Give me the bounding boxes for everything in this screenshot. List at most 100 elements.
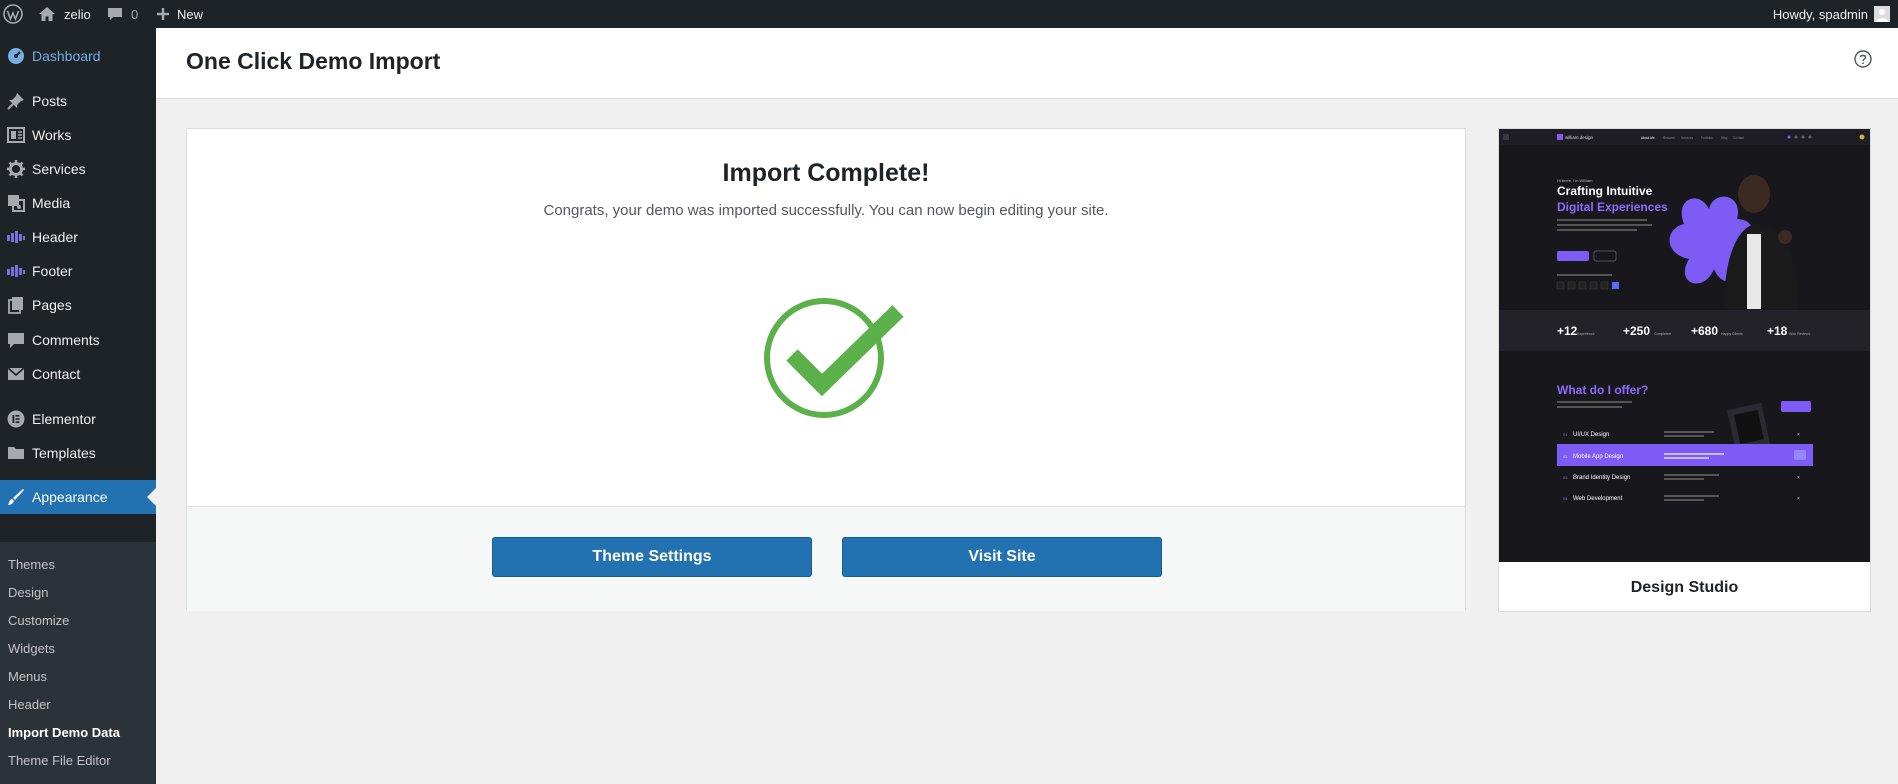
preview-section-title: What do I offer? — [1557, 383, 1648, 397]
preview-service-name: Brand Identity Design — [1573, 475, 1630, 481]
submenu-item-themes[interactable]: Themes — [8, 557, 55, 572]
my-account-link[interactable]: Howdy, spadmin — [1773, 0, 1890, 28]
preview-service-name: UI/UX Design — [1573, 432, 1609, 438]
sidebar-item-elementor[interactable]: Elementor — [0, 402, 156, 436]
comment-bubble-icon — [107, 7, 123, 22]
import-complete-message: Congrats, your demo was imported success… — [543, 202, 1109, 219]
sidebar-item-label: Media — [32, 195, 71, 211]
sidebar-item-contact[interactable]: Contact — [0, 357, 156, 391]
dashboard-icon — [6, 46, 26, 66]
pin-icon — [6, 91, 26, 111]
sidebar-item-posts[interactable]: Posts — [0, 84, 156, 118]
sidebar-item-label: Pages — [32, 297, 72, 313]
sidebar-item-label: Posts — [32, 93, 68, 109]
submenu-item-import-demo-data[interactable]: Import Demo Data — [8, 725, 120, 740]
new-content-link[interactable]: New — [156, 0, 203, 28]
sidebar-item-appearance[interactable]: Appearance — [0, 480, 156, 514]
comments-count: 0 — [131, 6, 139, 22]
appearance-submenu: Themes Design Customize Widgets Menus He… — [0, 542, 156, 784]
preview-service-num: 03 — [1563, 475, 1568, 480]
sidebar-item-services[interactable]: Services — [0, 152, 156, 186]
preview-stat-label: Won Reviews — [1789, 332, 1811, 336]
sidebar-item-dashboard[interactable]: Dashboard — [0, 39, 156, 73]
submenu-item-customize[interactable]: Customize — [8, 613, 69, 628]
plus-icon — [156, 7, 170, 21]
howdy-text: Howdy, spadmin — [1772, 6, 1868, 22]
preview-headline-2: Digital Experiences — [1557, 200, 1668, 214]
submenu-item-theme-file-editor[interactable]: Theme File Editor — [8, 753, 111, 768]
submenu-item-header[interactable]: Header — [8, 697, 51, 712]
svg-text:×: × — [1797, 496, 1800, 502]
comment-icon — [6, 330, 26, 350]
submenu-item-widgets[interactable]: Widgets — [8, 641, 55, 656]
avatar — [1874, 6, 1890, 22]
demo-preview-image: william.design About Me Resume Services … — [1499, 129, 1870, 562]
sidebar-item-label: Works — [32, 127, 72, 143]
elementor-icon — [6, 409, 26, 429]
sidebar-item-label: Services — [32, 161, 86, 177]
check-circle-icon — [764, 291, 904, 426]
sidebar-item-label: Footer — [32, 263, 73, 279]
svg-text:×: × — [1797, 432, 1800, 438]
demo-card[interactable]: william.design About Me Resume Services … — [1498, 128, 1871, 612]
import-complete-panel: Import Complete! Congrats, your demo was… — [186, 128, 1466, 611]
preview-stat-label: Completed — [1654, 332, 1671, 336]
visit-site-button[interactable]: Visit Site — [842, 537, 1162, 577]
page-title: One Click Demo Import — [186, 48, 441, 74]
elementor-header-icon — [6, 227, 26, 247]
theme-settings-button[interactable]: Theme Settings — [492, 537, 812, 577]
preview-nav-item: Contact — [1733, 136, 1744, 140]
sidebar-item-footer[interactable]: Footer — [0, 254, 156, 288]
sidebar-item-pages[interactable]: Pages — [0, 288, 156, 322]
new-label: New — [177, 6, 204, 22]
sidebar-item-header[interactable]: Header — [0, 220, 156, 254]
svg-text:×: × — [1797, 475, 1800, 481]
wordpress-logo-icon[interactable] — [3, 0, 23, 28]
sidebar-item-comments[interactable]: Comments — [0, 323, 156, 357]
sidebar-item-label: Comments — [32, 332, 100, 348]
site-name-link[interactable]: zelio — [38, 0, 91, 28]
preview-nav-item: Blog — [1721, 136, 1728, 140]
preview-service-num: 02 — [1563, 454, 1568, 459]
admin-sidebar: Dashboard Posts Works Services Media Hea… — [0, 28, 156, 784]
preview-logo: william.design — [1565, 135, 1594, 140]
mail-icon — [6, 364, 26, 384]
portfolio-icon — [6, 125, 26, 145]
site-name: zelio — [64, 6, 91, 22]
preview-service-name: Web Development — [1573, 496, 1623, 502]
admin-bar: zelio 0 New Howdy, spadmin — [0, 0, 1898, 28]
preview-service-num: 04 — [1563, 496, 1568, 501]
preview-stat-label: Happy Clients — [1721, 332, 1743, 336]
pages-icon — [6, 295, 26, 315]
sidebar-item-works[interactable]: Works — [0, 118, 156, 152]
sidebar-item-label: Appearance — [32, 489, 108, 505]
preview-nav-item: Resume — [1663, 136, 1675, 140]
comments-link[interactable]: 0 — [107, 0, 138, 28]
sidebar-item-label: Templates — [32, 445, 96, 461]
preview-stat-value: +18 — [1767, 324, 1788, 338]
sidebar-item-label: Dashboard — [32, 48, 101, 64]
preview-headline-1: Crafting Intuitive — [1557, 184, 1653, 198]
import-complete-title: Import Complete! — [722, 159, 930, 187]
preview-stat-label: Experience — [1577, 332, 1595, 336]
import-actions-footer: Theme Settings Visit Site — [187, 506, 1465, 611]
media-icon — [6, 193, 26, 213]
demo-name: Design Studio — [1630, 579, 1739, 596]
submenu-item-menus[interactable]: Menus — [8, 669, 47, 684]
preview-stat-value: +12 — [1557, 324, 1578, 338]
folder-icon — [6, 443, 26, 463]
sidebar-item-label: Header — [32, 229, 78, 245]
preview-nav-item: Portfolio — [1701, 136, 1713, 140]
sidebar-item-label: Elementor — [32, 411, 96, 427]
preview-nav-item: Services — [1681, 136, 1694, 140]
preview-stat-value: +250 — [1623, 324, 1650, 338]
submenu-item-design[interactable]: Design — [8, 585, 48, 600]
help-icon[interactable] — [1854, 50, 1872, 68]
home-icon — [38, 6, 56, 22]
preview-service-name: Mobile App Design — [1573, 454, 1623, 460]
elementor-footer-icon — [6, 261, 26, 281]
brush-icon — [6, 487, 26, 507]
sidebar-item-templates[interactable]: Templates — [0, 436, 156, 470]
sidebar-item-media[interactable]: Media — [0, 186, 156, 220]
sidebar-item-label: Contact — [32, 366, 81, 382]
